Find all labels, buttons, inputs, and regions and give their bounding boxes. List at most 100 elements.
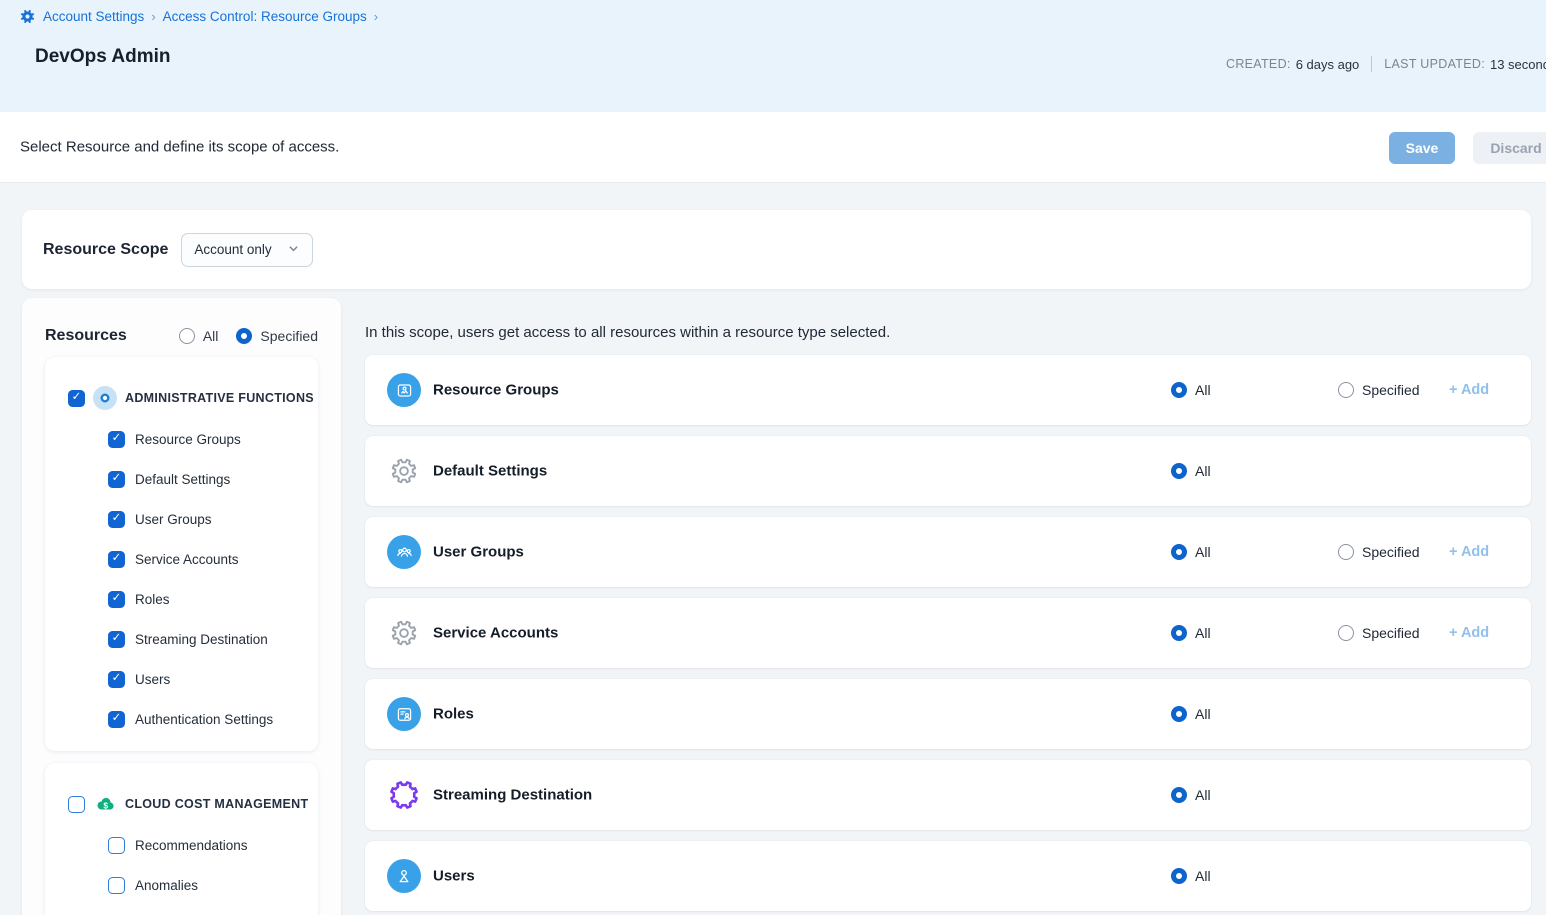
item-label: User Groups: [135, 512, 212, 527]
last-updated-value: 13 seconds ago: [1490, 57, 1546, 72]
radio-selected-icon: [1171, 382, 1187, 398]
chevron-right-icon: ›: [374, 9, 378, 24]
page-title: DevOps Admin: [35, 46, 171, 68]
group-header: ADMINISTRATIVE FUNCTIONS: [45, 381, 318, 415]
group-checkbox[interactable]: [68, 390, 85, 407]
row-radio-all[interactable]: All: [1171, 868, 1211, 884]
radio-selected-icon: [1171, 544, 1187, 560]
breadcrumb-access-control[interactable]: Access Control: Resource Groups: [163, 9, 367, 24]
resource-scope-dropdown[interactable]: Account only: [181, 233, 313, 267]
users-icon: [387, 859, 421, 893]
resource-group-card: ADMINISTRATIVE FUNCTIONS Resource Groups…: [45, 357, 318, 751]
radio-selected-icon: [1171, 787, 1187, 803]
resource-row-label: Users: [433, 868, 475, 885]
scope-intro-text: In this scope, users get access to all r…: [365, 324, 1531, 341]
resource-row: Service Accounts All Specified + Add: [365, 598, 1531, 668]
discard-button[interactable]: Discard: [1473, 132, 1546, 164]
resource-row-label: Roles: [433, 706, 474, 723]
row-radio-all[interactable]: All: [1171, 625, 1211, 641]
resource-scope-value: Account only: [194, 242, 271, 257]
item-checkbox[interactable]: [108, 591, 125, 608]
resource-row-label: Streaming Destination: [433, 787, 592, 804]
item-label: Streaming Destination: [135, 632, 268, 647]
resource-row-label: Service Accounts: [433, 625, 558, 642]
save-button[interactable]: Save: [1389, 132, 1455, 164]
resource-check-item: Anomalies: [45, 865, 318, 905]
radio-icon: [1338, 544, 1354, 560]
item-label: Recommendations: [135, 838, 248, 853]
row-radio-all[interactable]: All: [1171, 382, 1211, 398]
row-radio-specified[interactable]: Specified: [1338, 625, 1420, 641]
resource-row: Resource Groups All Specified + Add: [365, 355, 1531, 425]
item-label: Default Settings: [135, 472, 230, 487]
resource-row: Users All: [365, 841, 1531, 911]
resources-title: Resources: [45, 327, 127, 345]
resource-groups-icon: [387, 373, 421, 407]
resource-check-item: Roles: [45, 579, 318, 619]
scope-description: Select Resource and define its scope of …: [20, 139, 339, 156]
last-updated-label: LAST UPDATED:: [1384, 57, 1485, 71]
group-checkbox[interactable]: [68, 796, 85, 813]
resources-radio-specified[interactable]: Specified: [236, 328, 318, 344]
resource-check-item: Authentication Settings: [45, 699, 318, 739]
meta-divider: [1371, 56, 1372, 72]
row-radio-all[interactable]: All: [1171, 544, 1211, 560]
item-checkbox[interactable]: [108, 471, 125, 488]
chevron-right-icon: ›: [151, 9, 155, 24]
resource-check-item: Folders: [45, 905, 318, 915]
group-items: Recommendations Anomalies Folders: [45, 825, 318, 915]
breadcrumb: Account Settings › Access Control: Resou…: [20, 9, 378, 24]
item-checkbox[interactable]: [108, 511, 125, 528]
resource-row-label: User Groups: [433, 544, 524, 561]
resource-rows: Resource Groups All Specified + Add Defa…: [365, 355, 1531, 911]
page-header: Account Settings › Access Control: Resou…: [0, 0, 1546, 112]
resource-row: Default Settings All: [365, 436, 1531, 506]
item-checkbox[interactable]: [108, 551, 125, 568]
group-label: ADMINISTRATIVE FUNCTIONS: [125, 391, 314, 405]
item-checkbox[interactable]: [108, 877, 125, 894]
scope-detail-panel: In this scope, users get access to all r…: [365, 324, 1531, 915]
streaming-destination-icon: [387, 778, 421, 812]
radio-selected-icon: [1171, 463, 1187, 479]
item-checkbox[interactable]: [108, 431, 125, 448]
group-header: $ CLOUD COST MANAGEMENT: [45, 787, 318, 821]
radio-icon: [1338, 625, 1354, 641]
resource-check-item: Streaming Destination: [45, 619, 318, 659]
item-label: Service Accounts: [135, 552, 239, 567]
row-radio-specified[interactable]: Specified: [1338, 382, 1420, 398]
resource-row: User Groups All Specified + Add: [365, 517, 1531, 587]
resources-scope-radios: All Specified: [179, 328, 318, 344]
group-label: CLOUD COST MANAGEMENT: [125, 797, 308, 811]
item-checkbox[interactable]: [108, 837, 125, 854]
resources-radio-all[interactable]: All: [179, 328, 219, 344]
resource-row-label: Resource Groups: [433, 382, 559, 399]
add-button[interactable]: + Add: [1449, 625, 1489, 641]
resource-check-item: User Groups: [45, 499, 318, 539]
radio-selected-icon: [1171, 868, 1187, 884]
item-checkbox[interactable]: [108, 631, 125, 648]
row-radio-all[interactable]: All: [1171, 787, 1211, 803]
group-items: Resource Groups Default Settings User Gr…: [45, 419, 318, 739]
resource-row: Streaming Destination All: [365, 760, 1531, 830]
resource-check-item: Service Accounts: [45, 539, 318, 579]
row-radio-specified[interactable]: Specified: [1338, 544, 1420, 560]
row-radio-all[interactable]: All: [1171, 706, 1211, 722]
item-label: Anomalies: [135, 878, 198, 893]
add-button[interactable]: + Add: [1449, 544, 1489, 560]
item-label: Resource Groups: [135, 432, 241, 447]
resource-group-tree: ADMINISTRATIVE FUNCTIONS Resource Groups…: [22, 357, 341, 915]
add-button[interactable]: + Add: [1449, 382, 1489, 398]
chevron-down-icon: [288, 241, 299, 259]
meta-info: CREATED: 6 days ago LAST UPDATED: 13 sec…: [1226, 56, 1546, 72]
user-groups-icon: [387, 535, 421, 569]
item-checkbox[interactable]: [108, 711, 125, 728]
breadcrumb-account-settings[interactable]: Account Settings: [43, 9, 144, 24]
row-radio-all[interactable]: All: [1171, 463, 1211, 479]
item-checkbox[interactable]: [108, 671, 125, 688]
radio-selected-icon: [236, 328, 252, 344]
radio-selected-icon: [1171, 625, 1187, 641]
resource-group-card: $ CLOUD COST MANAGEMENT Recommendations …: [45, 763, 318, 915]
page: Account Settings › Access Control: Resou…: [0, 0, 1546, 915]
resource-check-item: Recommendations: [45, 825, 318, 865]
cloud-cost-icon: $: [93, 792, 117, 816]
